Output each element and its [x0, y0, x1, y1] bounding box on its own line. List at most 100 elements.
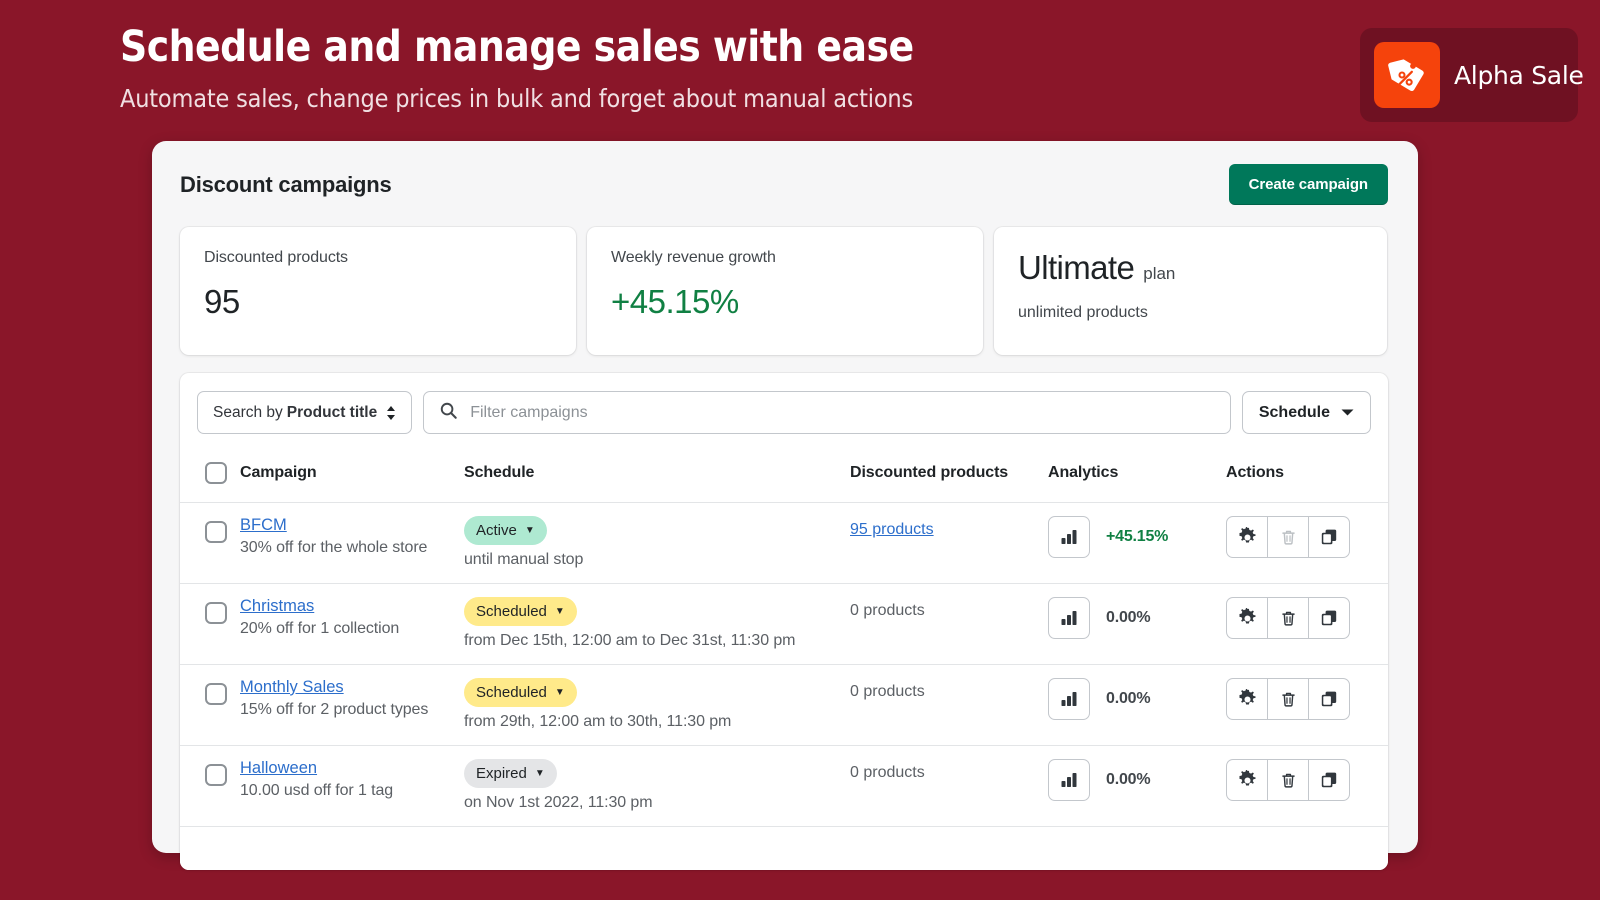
stat-label: Weekly revenue growth — [611, 249, 776, 266]
trash-icon[interactable] — [1267, 759, 1309, 801]
analytics-cell: 0.00% — [1048, 746, 1226, 827]
filter-bar: Search by Product title Filter campaigns… — [180, 373, 1388, 450]
schedule-timeframe: on Nov 1st 2022, 11:30 pm — [464, 794, 653, 811]
create-campaign-button[interactable]: Create campaign — [1228, 164, 1388, 205]
status-badge[interactable]: Scheduled ▼ — [464, 597, 577, 626]
bar-chart-icon[interactable] — [1048, 678, 1090, 720]
analytics-cell: 0.00% — [1048, 584, 1226, 665]
stats-row: Discounted products 95 Weekly revenue gr… — [180, 227, 1388, 355]
analytics-percentage: +45.15% — [1106, 528, 1169, 545]
analytics-cell: +45.15% — [1048, 503, 1226, 584]
stat-value: 95 — [204, 283, 240, 320]
table-row: BFCM 30% off for the whole store Active … — [180, 502, 1388, 584]
plan-sub: unlimited products — [1018, 304, 1148, 321]
schedule-filter-button[interactable]: Schedule — [1241, 391, 1371, 434]
campaign-cell: BFCM 30% off for the whole store — [240, 503, 464, 584]
trash-icon[interactable] — [1267, 678, 1309, 720]
analytics-percentage: 0.00% — [1106, 609, 1151, 626]
column-header-campaign: Campaign — [240, 464, 317, 481]
campaign-cell: Monthly Sales 15% off for 2 product type… — [240, 665, 464, 746]
campaign-name-link[interactable]: Christmas — [240, 597, 314, 616]
actions-group — [1226, 516, 1388, 558]
row-checkbox[interactable] — [205, 521, 227, 543]
status-badge[interactable]: Active ▼ — [464, 516, 547, 545]
campaign-cell: Halloween 10.00 usd off for 1 tag — [240, 746, 464, 827]
plan-row: Ultimate plan — [1018, 249, 1363, 287]
status-badge[interactable]: Expired ▼ — [464, 759, 557, 788]
duplicate-icon[interactable] — [1308, 516, 1350, 558]
table-row: Christmas 20% off for 1 collection Sched… — [180, 583, 1388, 665]
discounted-products-cell: 0 products — [850, 584, 1048, 665]
gear-icon[interactable] — [1226, 678, 1268, 720]
filter-campaigns-field[interactable] — [423, 391, 1231, 434]
row-select-cell — [180, 503, 240, 584]
page-subtitle: Automate sales, change prices in bulk an… — [120, 84, 914, 113]
actions-cell — [1226, 584, 1388, 665]
campaigns-table: Campaign Schedule Discounted products An… — [180, 450, 1388, 826]
table-row: Monthly Sales 15% off for 2 product type… — [180, 664, 1388, 746]
trash-icon[interactable] — [1267, 597, 1309, 639]
campaigns-table-card: Search by Product title Filter campaigns… — [180, 373, 1388, 870]
column-header-analytics: Analytics — [1048, 464, 1119, 481]
campaign-cell: Christmas 20% off for 1 collection — [240, 584, 464, 665]
up-down-chevron-icon — [386, 405, 396, 421]
chevron-down-icon: ▼ — [534, 767, 545, 779]
price-tag-percent-icon — [1374, 42, 1440, 108]
schedule-cell: Active ▼ until manual stop — [464, 503, 850, 584]
panel-header: Discount campaigns Create campaign — [152, 141, 1418, 225]
schedule-cell: Scheduled ▼ from Dec 15th, 12:00 am to D… — [464, 584, 850, 665]
app-name: Alpha Sale — [1454, 60, 1584, 90]
campaign-description: 30% off for the whole store — [240, 539, 428, 556]
discounted-products-value: 0 products — [850, 764, 925, 781]
campaign-description: 20% off for 1 collection — [240, 620, 400, 637]
search-by-field: Product title — [286, 403, 378, 421]
duplicate-icon[interactable] — [1308, 678, 1350, 720]
column-header-discounted-products: Discounted products — [850, 464, 1009, 481]
discounted-products-cell: 0 products — [850, 665, 1048, 746]
select-all-header — [180, 450, 240, 503]
row-checkbox[interactable] — [205, 764, 227, 786]
bar-chart-icon[interactable] — [1048, 759, 1090, 801]
stat-card-plan: Ultimate plan unlimited products — [994, 227, 1387, 355]
discounted-products-link[interactable]: 95 products — [850, 521, 934, 539]
table-head: Campaign Schedule Discounted products An… — [180, 450, 1388, 503]
row-checkbox[interactable] — [205, 683, 227, 705]
row-select-cell — [180, 746, 240, 827]
bar-chart-icon[interactable] — [1048, 597, 1090, 639]
row-checkbox[interactable] — [205, 602, 227, 624]
status-badge[interactable]: Scheduled ▼ — [464, 678, 577, 707]
duplicate-icon[interactable] — [1308, 759, 1350, 801]
actions-group — [1226, 759, 1388, 801]
campaign-description: 15% off for 2 product types — [240, 701, 429, 718]
bar-chart-icon[interactable] — [1048, 516, 1090, 558]
actions-cell — [1226, 665, 1388, 746]
select-all-checkbox[interactable] — [205, 462, 227, 484]
search-icon — [439, 401, 458, 425]
app-logo-badge: Alpha Sale — [1360, 28, 1584, 122]
gear-icon[interactable] — [1226, 597, 1268, 639]
row-select-cell — [180, 665, 240, 746]
chevron-down-icon: ▼ — [524, 524, 535, 536]
schedule-filter-label: Schedule — [1258, 403, 1330, 421]
campaign-name-link[interactable]: Halloween — [240, 759, 317, 778]
stat-card-discounted-products: Discounted products 95 — [180, 227, 576, 355]
schedule-cell: Scheduled ▼ from 29th, 12:00 am to 30th,… — [464, 665, 850, 746]
discounted-products-cell: 95 products — [850, 503, 1048, 584]
schedule-timeframe: from Dec 15th, 12:00 am to Dec 31st, 11:… — [464, 632, 796, 649]
stat-card-weekly-revenue-growth: Weekly revenue growth +45.15% — [587, 227, 983, 355]
trash-icon — [1267, 516, 1309, 558]
chevron-down-icon — [1341, 404, 1354, 422]
campaign-name-link[interactable]: Monthly Sales — [240, 678, 344, 697]
discounted-products-value: 0 products — [850, 683, 925, 700]
search-by-prefix: Search by — [213, 403, 283, 421]
gear-icon[interactable] — [1226, 516, 1268, 558]
gear-icon[interactable] — [1226, 759, 1268, 801]
analytics-cell: 0.00% — [1048, 665, 1226, 746]
chevron-down-icon: ▼ — [554, 686, 565, 698]
search-input[interactable] — [470, 403, 1215, 422]
table-row: Halloween 10.00 usd off for 1 tag Expire… — [180, 745, 1388, 827]
duplicate-icon[interactable] — [1308, 597, 1350, 639]
campaign-name-link[interactable]: BFCM — [240, 516, 287, 535]
panel-title: Discount campaigns — [180, 172, 392, 197]
search-by-selector[interactable]: Search by Product title — [197, 391, 413, 434]
